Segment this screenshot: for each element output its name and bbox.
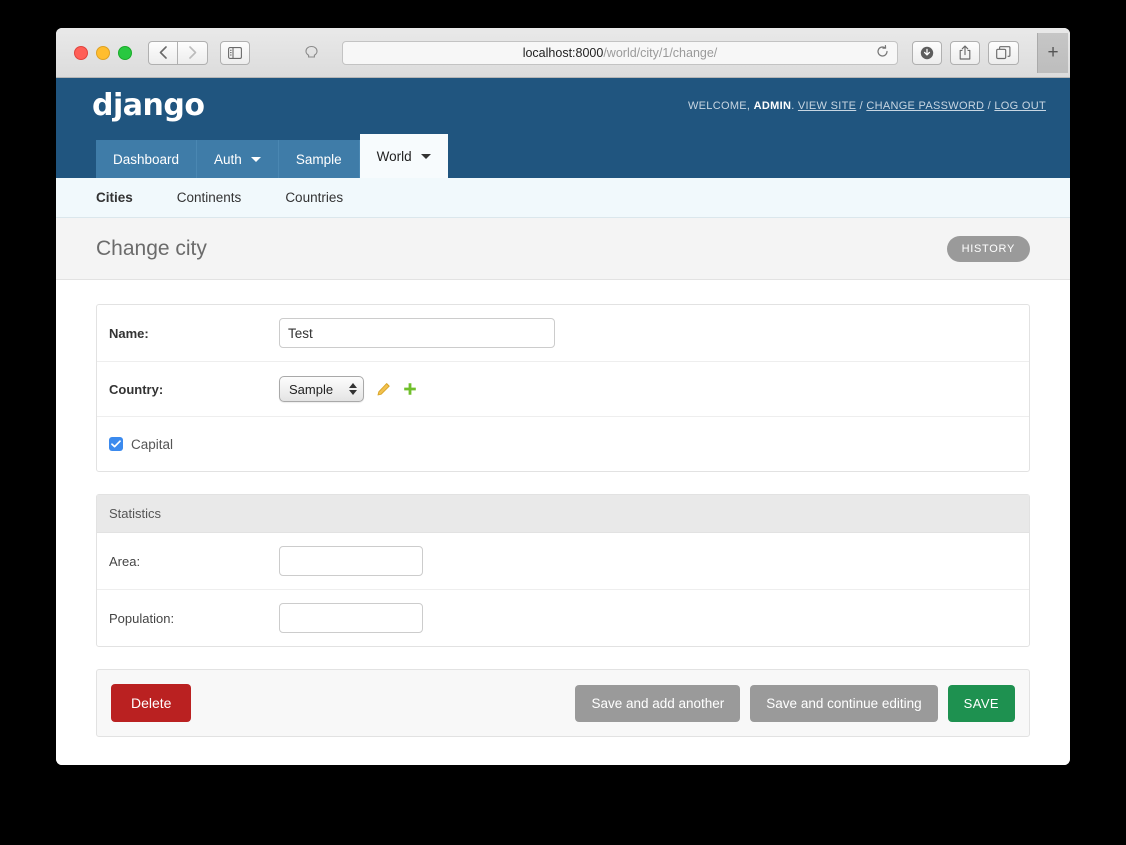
country-select[interactable]: Sample xyxy=(279,376,365,402)
separator-1: / xyxy=(859,100,863,112)
stepper-arrows-icon xyxy=(349,383,358,395)
statistics-legend: Statistics xyxy=(97,495,1029,533)
username: ADMIN xyxy=(753,100,792,112)
history-button[interactable]: HISTORY xyxy=(946,235,1030,262)
django-admin-page: django WELCOME, ADMIN. VIEW SITE / CHANG… xyxy=(56,78,1070,765)
country-label: Country: xyxy=(109,381,164,397)
forward-button[interactable] xyxy=(178,40,208,65)
field-row-name: Name: xyxy=(97,305,1029,362)
page-title: Change city xyxy=(96,236,207,260)
url-text: localhost:8000/world/city/1/change/ xyxy=(343,46,897,60)
maximize-window-button[interactable] xyxy=(118,45,132,60)
url-host: localhost:8000 xyxy=(522,45,604,60)
sidebar-toggle-icon[interactable] xyxy=(220,40,250,65)
field-row-population: Population: xyxy=(97,590,1029,646)
submit-row: Delete Save and add another Save and con… xyxy=(96,669,1030,737)
area-input[interactable] xyxy=(279,546,423,576)
nav-tab-dashboard-label: Dashboard xyxy=(113,151,180,167)
django-logo: django xyxy=(92,88,205,123)
user-tools: WELCOME, ADMIN. VIEW SITE / CHANGE PASSW… xyxy=(688,100,1046,112)
window-controls xyxy=(74,45,132,60)
chevron-down-icon xyxy=(420,153,431,159)
pencil-edit-icon[interactable] xyxy=(376,382,391,397)
form-content: Name: Country: Sample xyxy=(56,280,1070,737)
nav-buttons xyxy=(148,40,208,65)
nav-tab-dashboard[interactable]: Dashboard xyxy=(96,140,198,178)
name-label: Name: xyxy=(109,325,149,341)
reload-icon[interactable] xyxy=(876,45,889,60)
area-label: Area: xyxy=(109,553,141,569)
django-header: django WELCOME, ADMIN. VIEW SITE / CHANG… xyxy=(56,78,1070,134)
field-row-country: Country: Sample xyxy=(97,362,1029,417)
field-row-area: Area: xyxy=(97,533,1029,590)
plus-add-icon[interactable] xyxy=(403,382,417,396)
reader-view-icon[interactable] xyxy=(294,41,328,65)
sidebar-item-continents[interactable]: Continents xyxy=(177,190,242,205)
sidebar-item-cities[interactable]: Cities xyxy=(96,190,133,205)
field-row-capital: Capital xyxy=(97,417,1029,471)
nav-tab-world[interactable]: World xyxy=(359,134,448,178)
welcome-suffix: . xyxy=(791,100,795,112)
downloads-icon[interactable] xyxy=(912,40,942,65)
save-button[interactable]: SAVE xyxy=(947,684,1015,722)
url-path: /world/city/1/change/ xyxy=(603,45,718,60)
capital-label: Capital xyxy=(131,436,174,452)
nav-tab-auth-label: Auth xyxy=(214,151,242,167)
nav-tab-world-label: World xyxy=(376,148,412,164)
name-input[interactable] xyxy=(279,318,555,348)
sidebar-item-countries[interactable]: Countries xyxy=(285,190,343,205)
population-label: Population: xyxy=(109,610,175,626)
main-fieldset: Name: Country: Sample xyxy=(96,304,1030,472)
nav-tab-auth[interactable]: Auth xyxy=(197,140,279,178)
save-and-add-another-button[interactable]: Save and add another xyxy=(575,684,741,722)
address-bar[interactable]: localhost:8000/world/city/1/change/ xyxy=(342,40,898,65)
nav-tab-sample-label: Sample xyxy=(295,151,342,167)
close-window-button[interactable] xyxy=(74,45,88,60)
nav-tab-sample[interactable]: Sample xyxy=(278,140,360,178)
separator-2: / xyxy=(987,100,992,112)
share-icon[interactable] xyxy=(950,40,980,65)
population-input[interactable] xyxy=(279,603,423,633)
back-button[interactable] xyxy=(148,40,178,65)
toolbar-right-buttons: + xyxy=(912,32,1068,73)
country-select-value: Sample xyxy=(289,381,334,397)
save-and-continue-editing-button[interactable]: Save and continue editing xyxy=(750,684,938,722)
page-title-bar: Change city HISTORY xyxy=(56,218,1070,280)
browser-toolbar: localhost:8000/world/city/1/change/ + xyxy=(56,28,1070,78)
log-out-link[interactable]: LOG OUT xyxy=(994,100,1046,112)
delete-button[interactable]: Delete xyxy=(111,684,192,722)
minimize-window-button[interactable] xyxy=(96,45,110,60)
capital-checkbox[interactable] xyxy=(109,437,123,451)
new-tab-button[interactable]: + xyxy=(1037,32,1068,73)
view-site-link[interactable]: VIEW SITE xyxy=(798,100,856,112)
show-tabs-icon[interactable] xyxy=(988,40,1019,65)
change-password-link[interactable]: CHANGE PASSWORD xyxy=(866,100,984,112)
statistics-fieldset: Statistics Area: Population: xyxy=(96,494,1030,647)
secondary-nav: Cities Continents Countries xyxy=(56,178,1070,218)
chevron-down-icon xyxy=(250,156,261,162)
primary-nav: Dashboard Auth Sample World xyxy=(56,134,1070,178)
welcome-prefix: WELCOME, xyxy=(687,100,751,112)
browser-window: localhost:8000/world/city/1/change/ + dj… xyxy=(56,28,1070,765)
